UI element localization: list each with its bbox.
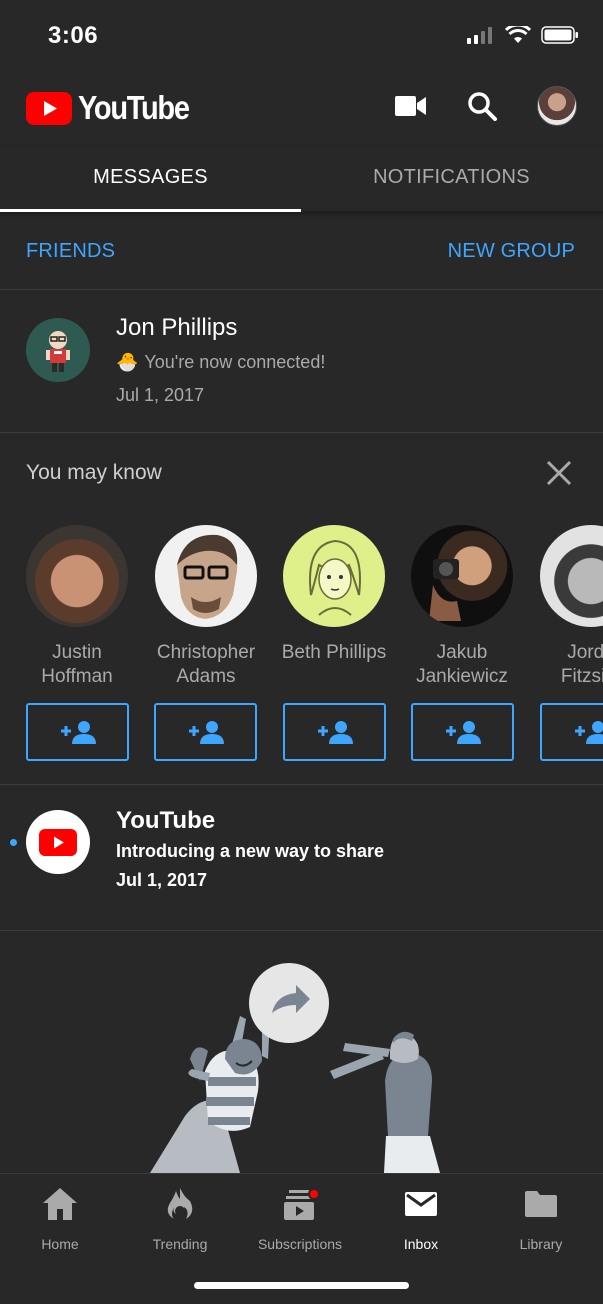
person-name: Beth Phillips — [281, 642, 387, 663]
wifi-icon — [505, 26, 531, 43]
add-friend-button[interactable] — [154, 703, 257, 761]
suggested-person[interactable]: Jakub Jankiewicz — [397, 525, 527, 689]
conversation-jon-phillips[interactable]: Jon Phillips 🐣 You're now connected! Jul… — [0, 290, 603, 433]
new-group-link[interactable]: NEW GROUP — [448, 240, 575, 263]
cellular-signal-icon — [467, 27, 492, 44]
notification-dot — [308, 1188, 320, 1200]
friends-link[interactable]: FRIENDS — [26, 240, 115, 263]
nav-home[interactable]: Home — [0, 1186, 120, 1252]
message-preview: 🐣 You're now connected! — [116, 352, 325, 373]
conversation-youtube[interactable]: YouTube Introducing a new way to share J… — [0, 785, 603, 931]
trending-icon — [167, 1188, 193, 1219]
youtube-logo-icon — [39, 828, 77, 856]
nav-trending[interactable]: Trending — [120, 1186, 240, 1252]
youtube-avatar — [26, 810, 90, 874]
status-bar: 3:06 — [0, 0, 603, 70]
suggested-person[interactable]: Beth Phillips — [269, 525, 399, 665]
library-icon — [525, 1191, 557, 1217]
nav-subscriptions[interactable]: Subscriptions — [240, 1186, 360, 1252]
person-photo — [283, 525, 385, 627]
suggested-person[interactable]: Christopher Adams — [141, 525, 271, 689]
add-person-icon — [574, 721, 603, 744]
add-friend-button[interactable] — [26, 703, 129, 761]
unread-dot — [10, 839, 17, 846]
person-name: Justin Hoffman — [41, 642, 113, 687]
status-icons — [467, 26, 579, 44]
nav-library[interactable]: Library — [481, 1186, 601, 1252]
nav-label: Library — [519, 1236, 563, 1252]
person-name: Jakub Jankiewicz — [416, 642, 508, 687]
add-friend-button[interactable] — [540, 703, 603, 761]
inbox-icon — [405, 1192, 437, 1216]
youtube-logo[interactable]: YouTube — [26, 89, 204, 127]
add-person-icon — [60, 721, 96, 744]
search-icon[interactable] — [467, 91, 497, 121]
person-photo — [26, 525, 128, 627]
add-friend-button[interactable] — [411, 703, 514, 761]
add-person-icon — [188, 721, 224, 744]
nav-label: Inbox — [403, 1236, 439, 1252]
friends-row: FRIENDS NEW GROUP — [0, 212, 603, 290]
app-bar: YouTube — [0, 70, 603, 146]
tab-notifications[interactable]: NOTIFICATIONS — [301, 146, 602, 211]
you-may-know-section: You may know Justin Hoffman Christopher … — [0, 433, 603, 785]
nav-label: Home — [41, 1236, 79, 1252]
home-icon — [43, 1188, 77, 1220]
hatching-chick-emoji: 🐣 — [116, 352, 139, 372]
account-avatar[interactable] — [537, 86, 577, 126]
close-icon[interactable] — [545, 459, 573, 487]
add-person-icon — [445, 721, 481, 744]
tab-messages[interactable]: MESSAGES — [0, 146, 301, 212]
home-indicator — [194, 1282, 409, 1289]
video-camera-icon[interactable] — [395, 95, 427, 117]
person-name: Christopher Adams — [156, 642, 256, 687]
avatar — [26, 318, 90, 382]
suggested-person[interactable]: Jorda Fitzsim — [526, 525, 603, 689]
person-photo — [540, 525, 603, 627]
you-may-know-title: You may know — [26, 461, 162, 484]
youtube-logo-icon — [26, 91, 72, 125]
message-preview-text: You're now connected! — [144, 352, 326, 372]
nav-inbox[interactable]: Inbox — [361, 1186, 481, 1252]
add-friend-button[interactable] — [283, 703, 386, 761]
person-name: Jorda Fitzsim — [560, 642, 603, 687]
app-actions — [395, 86, 577, 126]
message-date: Jul 1, 2017 — [116, 870, 208, 890]
inbox-tabs: MESSAGES NOTIFICATIONS — [0, 146, 603, 212]
nav-label: Subscriptions — [257, 1236, 343, 1252]
add-person-icon — [317, 721, 353, 744]
contact-name: Jon Phillips — [116, 314, 238, 341]
person-photo — [155, 525, 257, 627]
battery-icon — [541, 26, 578, 44]
nav-label: Trending — [152, 1236, 208, 1252]
person-photo — [411, 525, 513, 627]
logo-text: YouTube — [78, 89, 190, 126]
share-illustration — [0, 931, 603, 1173]
message-date: Jul 1, 2017 — [116, 385, 205, 405]
message-preview: Introducing a new way to share — [116, 841, 385, 861]
suggested-person[interactable]: Justin Hoffman — [12, 525, 142, 689]
contact-name: YouTube — [116, 807, 216, 834]
status-time: 3:06 — [48, 22, 99, 49]
